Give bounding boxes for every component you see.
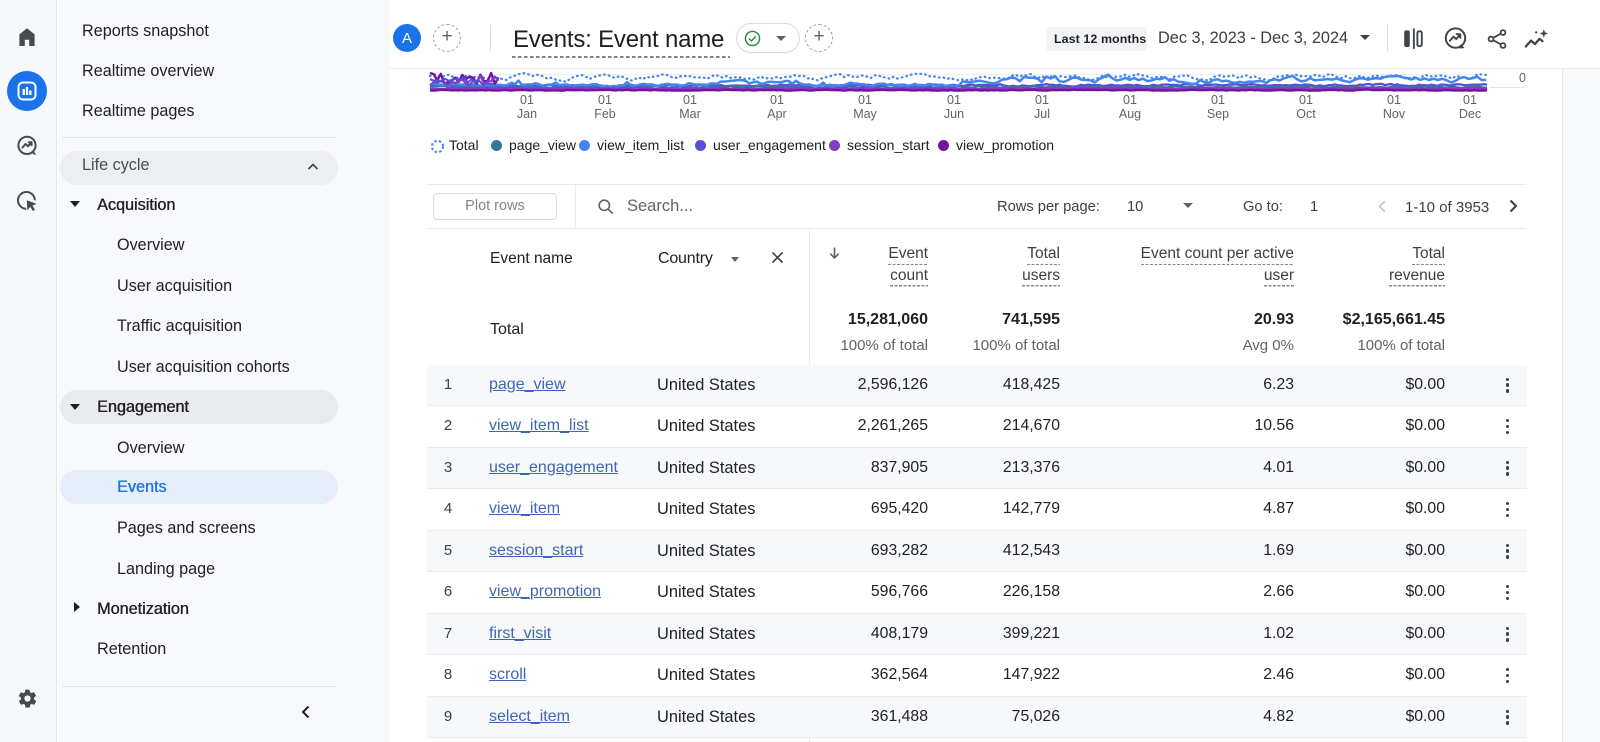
svg-text:0: 0 [1519,71,1526,85]
